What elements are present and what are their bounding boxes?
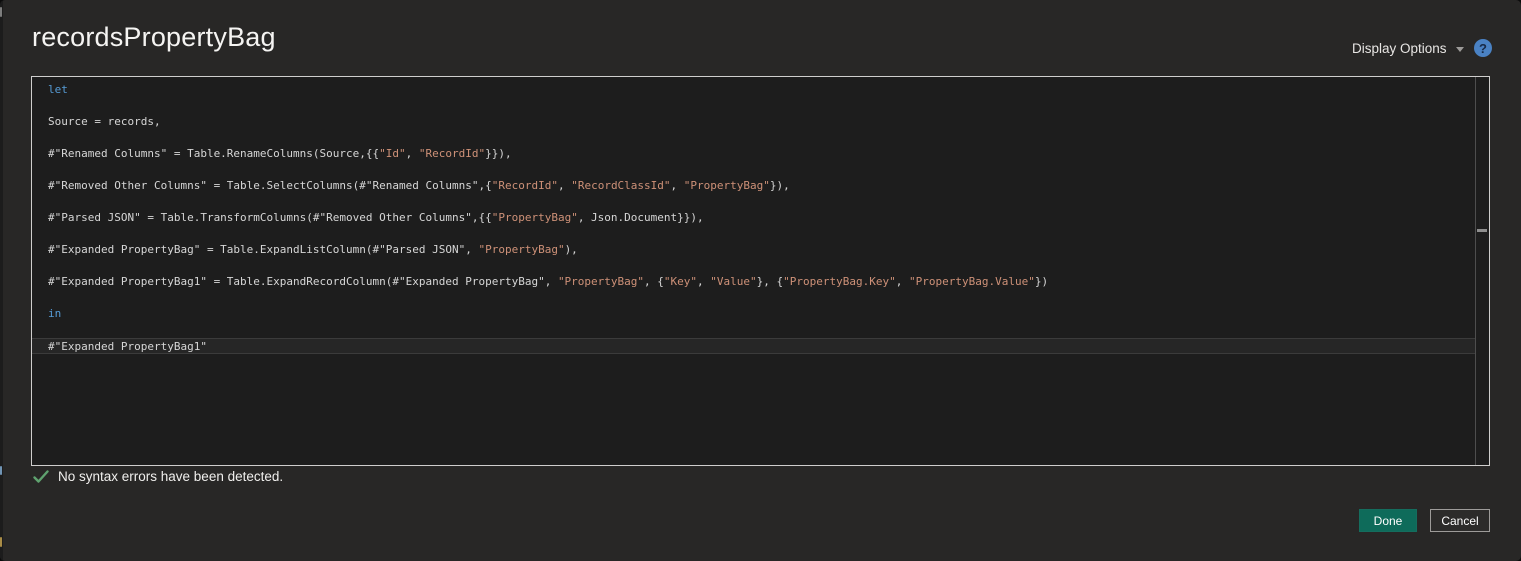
code-line[interactable]: #"Removed Other Columns" = Table.SelectC…: [32, 178, 1475, 194]
cancel-button[interactable]: Cancel: [1430, 509, 1490, 532]
done-button[interactable]: Done: [1359, 509, 1417, 532]
code-line[interactable]: [32, 194, 1475, 210]
code-token: "Value": [710, 275, 756, 288]
scrollbar-track-divider: [1475, 77, 1476, 465]
code-token: #"Expanded PropertyBag1": [48, 340, 207, 353]
code-line[interactable]: [32, 98, 1475, 114]
code-line[interactable]: [32, 322, 1475, 338]
code-token: }}),: [485, 147, 512, 160]
code-token: "PropertyBag.Value": [909, 275, 1035, 288]
display-options-label: Display Options: [1352, 41, 1447, 56]
code-token: #"Renamed Columns" = Table.RenameColumns…: [48, 147, 379, 160]
code-token: "Id": [379, 147, 406, 160]
code-token: ,: [558, 179, 571, 192]
code-token: }): [1035, 275, 1048, 288]
code-token: #"Expanded PropertyBag1" = Table.ExpandR…: [48, 275, 558, 288]
code-token: "RecordClassId": [571, 179, 670, 192]
code-line[interactable]: #"Expanded PropertyBag1": [32, 338, 1475, 354]
code-line[interactable]: in: [32, 306, 1475, 322]
edge-speck: [0, 466, 2, 475]
code-line[interactable]: [32, 258, 1475, 274]
code-line[interactable]: [32, 226, 1475, 242]
help-question-icon: ?: [1479, 41, 1487, 56]
code-token: ),: [565, 243, 578, 256]
screen-edge-artifact: [0, 0, 3, 561]
code-token: , Json.Document}}),: [578, 211, 704, 224]
code-token: in: [48, 307, 61, 320]
code-line[interactable]: [32, 162, 1475, 178]
checkmark-icon: [33, 470, 49, 484]
code-editor[interactable]: let Source = records, #"Renamed Columns" =…: [31, 76, 1490, 466]
code-token: ,: [406, 147, 419, 160]
edge-speck: [0, 537, 2, 547]
code-token: , {: [644, 275, 664, 288]
code-line[interactable]: Source = records,: [32, 114, 1475, 130]
code-line[interactable]: #"Expanded PropertyBag" = Table.ExpandLi…: [32, 242, 1475, 258]
code-token: ,: [896, 275, 909, 288]
code-token: Source = records,: [48, 115, 161, 128]
code-token: let: [48, 83, 68, 96]
code-token: #"Expanded PropertyBag" = Table.ExpandLi…: [48, 243, 478, 256]
code-token: }, {: [757, 275, 784, 288]
code-area[interactable]: let Source = records, #"Renamed Columns" =…: [32, 82, 1475, 354]
code-token: ,: [697, 275, 710, 288]
code-line[interactable]: [32, 130, 1475, 146]
code-token: "PropertyBag": [478, 243, 564, 256]
syntax-status: No syntax errors have been detected.: [33, 469, 283, 484]
code-line[interactable]: [32, 290, 1475, 306]
display-options-dropdown[interactable]: Display Options: [1352, 38, 1464, 59]
code-token: ,: [671, 179, 684, 192]
advanced-editor-dialog: recordsPropertyBag Display Options ? let…: [0, 0, 1521, 561]
chevron-down-icon: [1456, 47, 1464, 52]
code-token: "PropertyBag.Key": [783, 275, 896, 288]
code-line[interactable]: #"Expanded PropertyBag1" = Table.ExpandR…: [32, 274, 1475, 290]
code-token: "RecordId": [419, 147, 485, 160]
scrollbar-marker[interactable]: [1477, 229, 1487, 232]
code-token: "Key": [664, 275, 697, 288]
page-title: recordsPropertyBag: [32, 22, 276, 53]
code-line[interactable]: #"Renamed Columns" = Table.RenameColumns…: [32, 146, 1475, 162]
help-button[interactable]: ?: [1474, 39, 1492, 57]
edge-speck: [0, 7, 2, 17]
status-message: No syntax errors have been detected.: [58, 469, 283, 484]
code-line[interactable]: let: [32, 82, 1475, 98]
code-token: }),: [770, 179, 790, 192]
code-token: "RecordId": [492, 179, 558, 192]
code-token: #"Parsed JSON" = Table.TransformColumns(…: [48, 211, 492, 224]
code-token: "PropertyBag": [558, 275, 644, 288]
code-token: "PropertyBag": [492, 211, 578, 224]
code-line[interactable]: #"Parsed JSON" = Table.TransformColumns(…: [32, 210, 1475, 226]
code-token: "PropertyBag": [684, 179, 770, 192]
code-token: #"Removed Other Columns" = Table.SelectC…: [48, 179, 492, 192]
